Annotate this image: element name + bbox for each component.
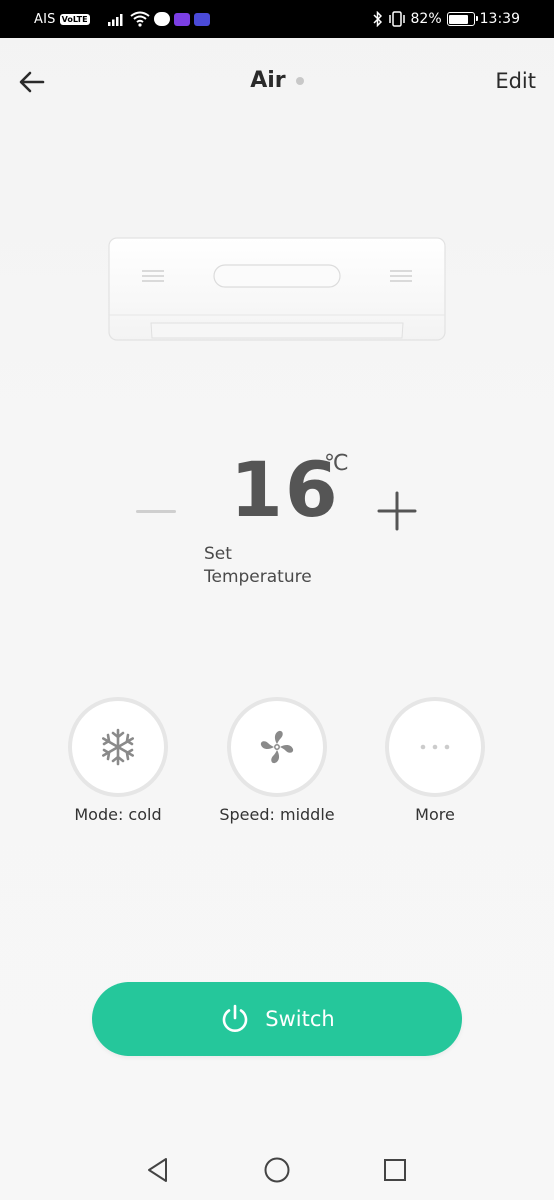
home-circle-icon bbox=[264, 1157, 290, 1183]
power-switch-button[interactable]: Switch bbox=[92, 982, 462, 1056]
speed-label: Speed: middle bbox=[219, 805, 335, 824]
line-icon bbox=[153, 12, 170, 26]
mode-label: Mode: cold bbox=[74, 805, 162, 824]
back-triangle-icon bbox=[148, 1158, 167, 1182]
set-label-line2: Temperature bbox=[204, 567, 312, 587]
app-badge-icon bbox=[193, 12, 210, 26]
status-right: 82% 13:39 bbox=[372, 9, 520, 29]
set-label-line1: Set bbox=[204, 544, 232, 564]
fan-icon bbox=[260, 730, 294, 764]
power-icon bbox=[222, 1004, 248, 1032]
vibrate-icon bbox=[388, 11, 405, 27]
battery-icon bbox=[446, 12, 478, 26]
wifi-icon bbox=[129, 11, 150, 27]
battery-percent: 82% bbox=[410, 11, 442, 27]
status-bar: AIS VoLTE 82% 13:39 bbox=[0, 0, 554, 38]
speed-control: Speed: middle bbox=[212, 697, 342, 824]
switch-label: Switch bbox=[265, 1007, 335, 1031]
more-label: More bbox=[415, 805, 455, 824]
nav-back-button[interactable] bbox=[144, 1156, 172, 1184]
minus-icon bbox=[136, 510, 176, 513]
temperature-unit: ℃ bbox=[324, 451, 349, 476]
edit-button[interactable]: Edit bbox=[495, 69, 536, 93]
increase-temperature-button[interactable] bbox=[377, 491, 417, 531]
mode-control: Mode: cold bbox=[53, 697, 183, 824]
status-dot bbox=[295, 76, 304, 85]
set-temperature-label: Set Temperature bbox=[204, 543, 312, 589]
air-conditioner-illustration bbox=[108, 237, 446, 341]
plus-icon bbox=[377, 491, 417, 531]
app-header: Air Edit bbox=[0, 38, 554, 126]
app-badge-icon bbox=[173, 12, 190, 26]
clock: 13:39 bbox=[479, 11, 520, 27]
more-control: More bbox=[370, 697, 500, 824]
carrier-name: AIS bbox=[34, 11, 56, 27]
more-dots-icon bbox=[420, 744, 450, 750]
volte-badge: VoLTE bbox=[59, 13, 90, 25]
more-button[interactable] bbox=[385, 697, 485, 797]
bluetooth-icon bbox=[372, 11, 382, 27]
system-nav-bar bbox=[0, 1138, 554, 1200]
page-title: Air bbox=[250, 68, 286, 93]
nav-home-button[interactable] bbox=[263, 1156, 291, 1184]
snowflake-icon bbox=[102, 728, 134, 766]
speed-button[interactable] bbox=[227, 697, 327, 797]
mode-button[interactable] bbox=[68, 697, 168, 797]
title-wrap: Air bbox=[0, 68, 554, 93]
status-left: AIS VoLTE bbox=[34, 9, 210, 29]
nav-recents-button[interactable] bbox=[381, 1156, 409, 1184]
signal-icon bbox=[107, 14, 123, 26]
recents-square-icon bbox=[384, 1159, 406, 1181]
